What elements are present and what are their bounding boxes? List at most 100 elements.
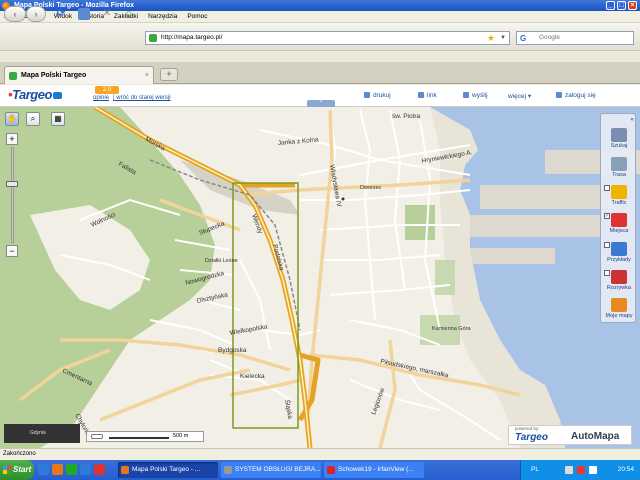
language-indicator[interactable]: PL [531, 460, 539, 480]
pier [470, 215, 600, 237]
tray-app-icon[interactable] [577, 466, 585, 474]
close-window-button[interactable]: × [628, 1, 637, 10]
zoom-in-button[interactable]: + [6, 133, 18, 145]
print-icon [364, 92, 370, 99]
stop-icon[interactable]: ✕ [101, 8, 113, 20]
status-bar: Zakończono [0, 448, 640, 460]
panel-item-traffic[interactable]: Traffic [601, 185, 637, 206]
start-button[interactable]: Start [0, 460, 34, 480]
panel-item-route[interactable]: Trasa [601, 157, 637, 178]
minimize-button[interactable]: _ [606, 1, 615, 10]
bookmark-page-icon[interactable] [78, 8, 90, 20]
logo-badge-icon [52, 92, 62, 100]
google-icon[interactable]: G [520, 33, 526, 45]
brand-automapa: AutoMapa [571, 431, 620, 442]
menu-bar: Plik Edycja Widok Historia Zakładki Narz… [0, 11, 640, 23]
task-label: Schowek19 - IrfanView (... [338, 466, 414, 473]
street-label: Kielecka [240, 373, 265, 380]
login-link[interactable]: zaloguj się [556, 92, 596, 99]
map-poi-dot [341, 197, 345, 201]
collapse-header-button[interactable]: ^ [307, 100, 335, 107]
menu-tools[interactable]: Narzędzia [144, 11, 181, 23]
map-layers-panel: « Szukaj Trasa Traffic ✓ Miejsca Przykła… [600, 113, 636, 323]
pier [480, 185, 620, 209]
quicklaunch-ie-icon[interactable] [38, 464, 49, 475]
tab-label: Mapa Polski Targeo [21, 72, 87, 79]
task-label: Mapa Polski Targeo - ... [132, 466, 201, 473]
panel-item-entertainment[interactable]: Rozrywka [601, 270, 637, 291]
brand-targeo: Targeo [515, 432, 548, 443]
tab-targeo[interactable]: Mapa Polski Targeo × [4, 66, 154, 84]
scale-bar: 500 m [86, 431, 204, 442]
send-link[interactable]: wyślij [463, 92, 488, 99]
speaker-icon[interactable] [589, 466, 597, 474]
street-label: Bydgoska [218, 347, 247, 354]
quicklaunch-app-icon[interactable] [66, 464, 77, 475]
link-link[interactable]: link [418, 92, 437, 99]
print-link[interactable]: drukuj [364, 92, 391, 99]
street-label: Kamienna Góra [432, 326, 471, 332]
map-canvas[interactable]: Morska Falista Wolności Słupecka Nowogro… [0, 107, 640, 448]
send-icon [463, 92, 469, 99]
opinions-link[interactable]: opinie [93, 95, 109, 101]
panel-collapse-icon[interactable]: « [601, 117, 637, 123]
panel-item-examples[interactable]: Przykłady [601, 242, 637, 263]
scale-toggle-icon[interactable] [91, 434, 103, 439]
panel-item-places[interactable]: ✓ Miejsca [601, 213, 637, 234]
panel-item-search[interactable]: Szukaj [601, 128, 637, 149]
reload-icon[interactable]: ⟳ [55, 8, 67, 20]
close-tab-icon[interactable]: × [145, 67, 149, 84]
zoom-slider[interactable]: + − [6, 133, 18, 257]
window-titlebar[interactable]: Mapa Polski Targeo - Mozilla Firefox _ □… [0, 0, 640, 11]
site-favicon [149, 34, 157, 42]
taskbar-item-system[interactable]: SYSTEM OBSŁUGI BEJRA... [221, 462, 321, 478]
overview-map[interactable]: Gdynia [4, 424, 80, 443]
brand-logo: powered by: Targeo AutoMapa [508, 425, 632, 445]
route-icon [611, 157, 627, 171]
new-tab-button[interactable]: + [160, 68, 178, 81]
panel-label: Szukaj [610, 143, 628, 149]
more-link[interactable]: więcej ▾ [508, 92, 531, 100]
street-label: Dworzec [360, 185, 382, 191]
panel-label: Trasa [612, 172, 626, 178]
tray-app-icon[interactable] [565, 466, 573, 474]
panel-label: Miejsca [609, 228, 629, 234]
back-button[interactable]: ‹ [4, 6, 26, 22]
forward-button[interactable]: › [26, 6, 46, 22]
panel-label: Rozrywka [606, 285, 632, 291]
quicklaunch-firefox-icon[interactable] [52, 464, 63, 475]
home-icon[interactable]: ⌂ [123, 8, 135, 20]
maximize-button[interactable]: □ [617, 1, 626, 10]
examples-checkbox[interactable] [604, 242, 610, 248]
panel-label: Traffic [611, 200, 627, 206]
zoom-knob[interactable] [6, 181, 18, 188]
places-checkbox[interactable]: ✓ [604, 213, 610, 219]
url-dropdown-icon[interactable]: ▼ [500, 32, 506, 44]
zoom-tool-icon[interactable]: ⌕ [26, 112, 40, 126]
quicklaunch-app-icon[interactable] [94, 464, 105, 475]
traffic-checkbox[interactable] [604, 185, 610, 191]
entertainment-checkbox[interactable] [604, 270, 610, 276]
menu-help[interactable]: Pomoc [183, 11, 211, 23]
taskbar-item-irfanview[interactable]: Schowek19 - IrfanView (... [324, 462, 424, 478]
login-label: zaloguj się [565, 92, 596, 99]
pan-tool-icon[interactable]: ✋ [5, 112, 19, 126]
star-icon[interactable]: ★ [487, 32, 495, 44]
send-label: wyślij [472, 92, 488, 99]
targeo-logo[interactable]: •Targeo [8, 87, 62, 102]
start-label: Start [13, 465, 32, 474]
zoom-track[interactable] [11, 147, 14, 243]
system-tray: PL 20:54 [520, 460, 640, 480]
old-version-link[interactable]: wróć do starej wersji [116, 95, 170, 101]
address-bar[interactable]: http://mapa.targeo.pl/ ★ ▼ [145, 31, 510, 45]
search-box[interactable]: G Google [516, 31, 634, 45]
street-label: Działki Leśne [205, 258, 238, 264]
clock[interactable]: 20:54 [618, 460, 634, 480]
taskbar-item-firefox[interactable]: Mapa Polski Targeo - ... [118, 462, 218, 478]
panel-item-my-maps[interactable]: Moje mapy [601, 298, 637, 319]
quicklaunch-app-icon[interactable] [80, 464, 91, 475]
link-icon [418, 92, 424, 99]
measure-tool-icon[interactable]: ▦ [51, 112, 65, 126]
zoom-out-button[interactable]: − [6, 245, 18, 257]
examples-icon [611, 242, 627, 256]
